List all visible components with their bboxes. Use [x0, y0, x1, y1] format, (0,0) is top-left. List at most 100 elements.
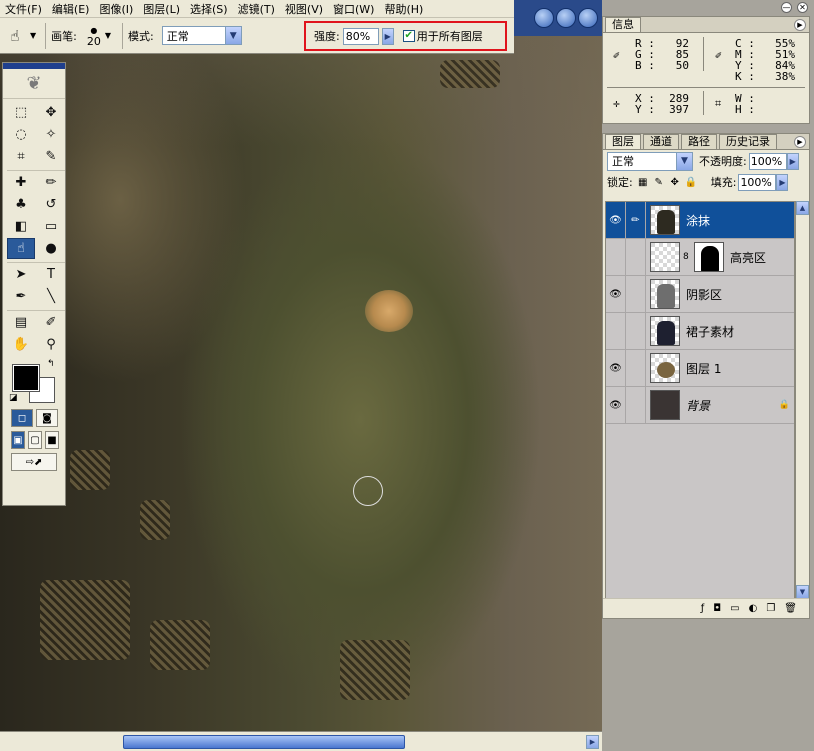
opacity-slider-arrow-icon[interactable]: ▶ — [786, 152, 799, 170]
magic-wand-icon[interactable]: ✧ — [37, 124, 65, 145]
minimize-button[interactable] — [534, 8, 554, 28]
type-icon[interactable]: T — [37, 264, 65, 285]
smudge-tool-icon[interactable]: ☝ — [7, 238, 35, 259]
tab-channels[interactable]: 通道 — [643, 134, 679, 149]
smudge-icon[interactable]: ☝ — [0, 23, 30, 49]
move-icon[interactable]: ✥ — [37, 102, 65, 123]
line-icon[interactable]: ╲ — [37, 286, 65, 307]
layer-row-layer1[interactable]: 👁 图层 1 — [606, 350, 794, 387]
all-layers-checkbox[interactable]: ✔ — [402, 30, 415, 42]
screen-mode-full-icon[interactable]: ■ — [45, 431, 59, 449]
chevron-down-icon[interactable]: ▼ — [676, 152, 692, 170]
link-icon[interactable] — [626, 276, 646, 312]
panel-menu-icon[interactable]: ▶ — [794, 19, 806, 31]
brush-picker[interactable]: ● 20 — [87, 25, 101, 47]
menu-select[interactable]: 选择(S) — [185, 1, 233, 17]
close-button[interactable] — [578, 8, 598, 28]
brush-icon[interactable]: ✏ — [37, 172, 65, 193]
dock-minimize-icon[interactable]: — — [781, 2, 792, 13]
default-colors-icon[interactable]: ◪ — [9, 393, 18, 403]
path-selection-icon[interactable]: ➤ — [7, 264, 35, 285]
new-group-icon[interactable]: ▭ — [730, 603, 739, 614]
menu-edit[interactable]: 编辑(E) — [47, 1, 95, 17]
brush-arrow-icon[interactable]: ▼ — [105, 31, 111, 40]
mode-select[interactable]: 正常 ▼ — [161, 26, 242, 45]
chevron-down-icon[interactable]: ▼ — [224, 27, 241, 44]
lock-position-icon[interactable]: ✥ — [669, 176, 681, 188]
fill-slider-arrow-icon[interactable]: ▶ — [776, 173, 789, 191]
screen-mode-full-menu-icon[interactable]: ▢ — [28, 431, 42, 449]
menu-layer[interactable]: 图层(L) — [138, 1, 185, 17]
blend-mode-select[interactable]: 正常 ▼ — [607, 151, 693, 171]
brush-icon[interactable]: ✏ — [626, 202, 646, 238]
link-icon[interactable] — [626, 313, 646, 349]
eye-hidden-icon[interactable] — [606, 313, 626, 349]
layer-name[interactable]: 背景 — [686, 397, 710, 414]
eraser-icon[interactable]: ◧ — [7, 216, 35, 237]
tool-preset-arrow-icon[interactable]: ▼ — [30, 31, 36, 40]
layer-name[interactable]: 阴影区 — [686, 286, 722, 303]
horizontal-scrollbar[interactable]: ▶ — [0, 731, 602, 751]
screen-mode-standard-icon[interactable]: ▣ — [11, 431, 25, 449]
scroll-right-icon[interactable]: ▶ — [586, 735, 599, 749]
menu-view[interactable]: 视图(V) — [280, 1, 328, 17]
layer-mask-thumbnail[interactable] — [694, 242, 724, 272]
eye-icon[interactable]: 👁 — [606, 276, 626, 312]
layer-row-shadow[interactable]: 👁 阴影区 — [606, 276, 794, 313]
menu-help[interactable]: 帮助(H) — [379, 1, 428, 17]
document-canvas[interactable] — [0, 0, 602, 731]
link-icon[interactable] — [626, 350, 646, 386]
slice-icon[interactable]: ✎ — [37, 146, 65, 167]
adjustment-layer-icon[interactable]: ◐ — [749, 603, 758, 614]
new-layer-icon[interactable]: ❐ — [766, 603, 775, 614]
pen-icon[interactable]: ✒ — [7, 286, 35, 307]
layer-name[interactable]: 高亮区 — [730, 249, 766, 266]
feather-logo-icon[interactable]: ❦ — [3, 69, 65, 99]
maximize-button[interactable] — [556, 8, 576, 28]
all-layers-option[interactable]: ✔ 用于所有图层 — [402, 28, 483, 44]
dock-close-icon[interactable]: ✕ — [797, 2, 808, 13]
hand-icon[interactable]: ✋ — [7, 334, 35, 355]
tab-paths[interactable]: 路径 — [681, 134, 717, 149]
panel-menu-icon[interactable]: ▶ — [794, 136, 806, 148]
tab-info[interactable]: 信息 — [605, 17, 641, 32]
foreground-color-swatch[interactable] — [12, 364, 40, 392]
notes-icon[interactable]: ▤ — [7, 312, 35, 333]
crop-icon[interactable]: ⌗ — [7, 146, 35, 167]
link-icon[interactable] — [626, 239, 646, 275]
layer-row-skirt[interactable]: 裙子素材 — [606, 313, 794, 350]
eyedropper-icon[interactable]: ✐ — [37, 312, 65, 333]
layer-row-background[interactable]: 👁 背景 🔒 — [606, 387, 794, 424]
marquee-icon[interactable]: ⬚ — [7, 102, 35, 123]
menu-filter[interactable]: 滤镜(T) — [233, 1, 280, 17]
opacity-input[interactable]: 100% — [748, 152, 787, 170]
strength-input[interactable]: 80% — [342, 27, 379, 45]
layer-name[interactable]: 图层 1 — [686, 360, 721, 377]
eye-icon[interactable]: 👁 — [606, 350, 626, 386]
strength-slider-arrow-icon[interactable]: ▶ — [381, 27, 394, 45]
eye-icon[interactable]: 👁 — [606, 387, 626, 423]
eye-hidden-icon[interactable] — [606, 239, 626, 275]
layer-row-highlight[interactable]: 8 高亮区 — [606, 239, 794, 276]
eye-icon[interactable]: 👁 — [606, 202, 626, 238]
fill-input[interactable]: 100% — [738, 173, 777, 191]
lock-transparency-icon[interactable]: ▦ — [637, 176, 649, 188]
standard-mode-icon[interactable]: ◻ — [11, 409, 33, 427]
tab-history[interactable]: 历史记录 — [719, 134, 777, 149]
lasso-icon[interactable]: ◌ — [7, 124, 35, 145]
clone-stamp-icon[interactable]: ♣ — [7, 194, 35, 215]
scrollbar-thumb[interactable] — [123, 735, 405, 749]
swap-colors-icon[interactable]: ↰ — [47, 359, 55, 369]
delete-layer-icon[interactable]: 🗑 — [784, 603, 797, 614]
healing-brush-icon[interactable]: ✚ — [7, 172, 35, 193]
layers-scrollbar[interactable]: ▲ ▼ — [795, 201, 809, 599]
zoom-icon[interactable]: ⚲ — [37, 334, 65, 355]
link-icon[interactable] — [626, 387, 646, 423]
add-mask-icon[interactable]: ◘ — [713, 603, 721, 614]
scroll-down-icon[interactable]: ▼ — [796, 585, 809, 599]
menu-file[interactable]: 文件(F) — [0, 1, 47, 17]
scroll-up-icon[interactable]: ▲ — [796, 201, 809, 215]
dodge-icon[interactable]: ● — [37, 238, 65, 259]
layer-style-icon[interactable]: ƒ — [701, 603, 705, 614]
lock-all-icon[interactable]: 🔒 — [685, 176, 697, 188]
